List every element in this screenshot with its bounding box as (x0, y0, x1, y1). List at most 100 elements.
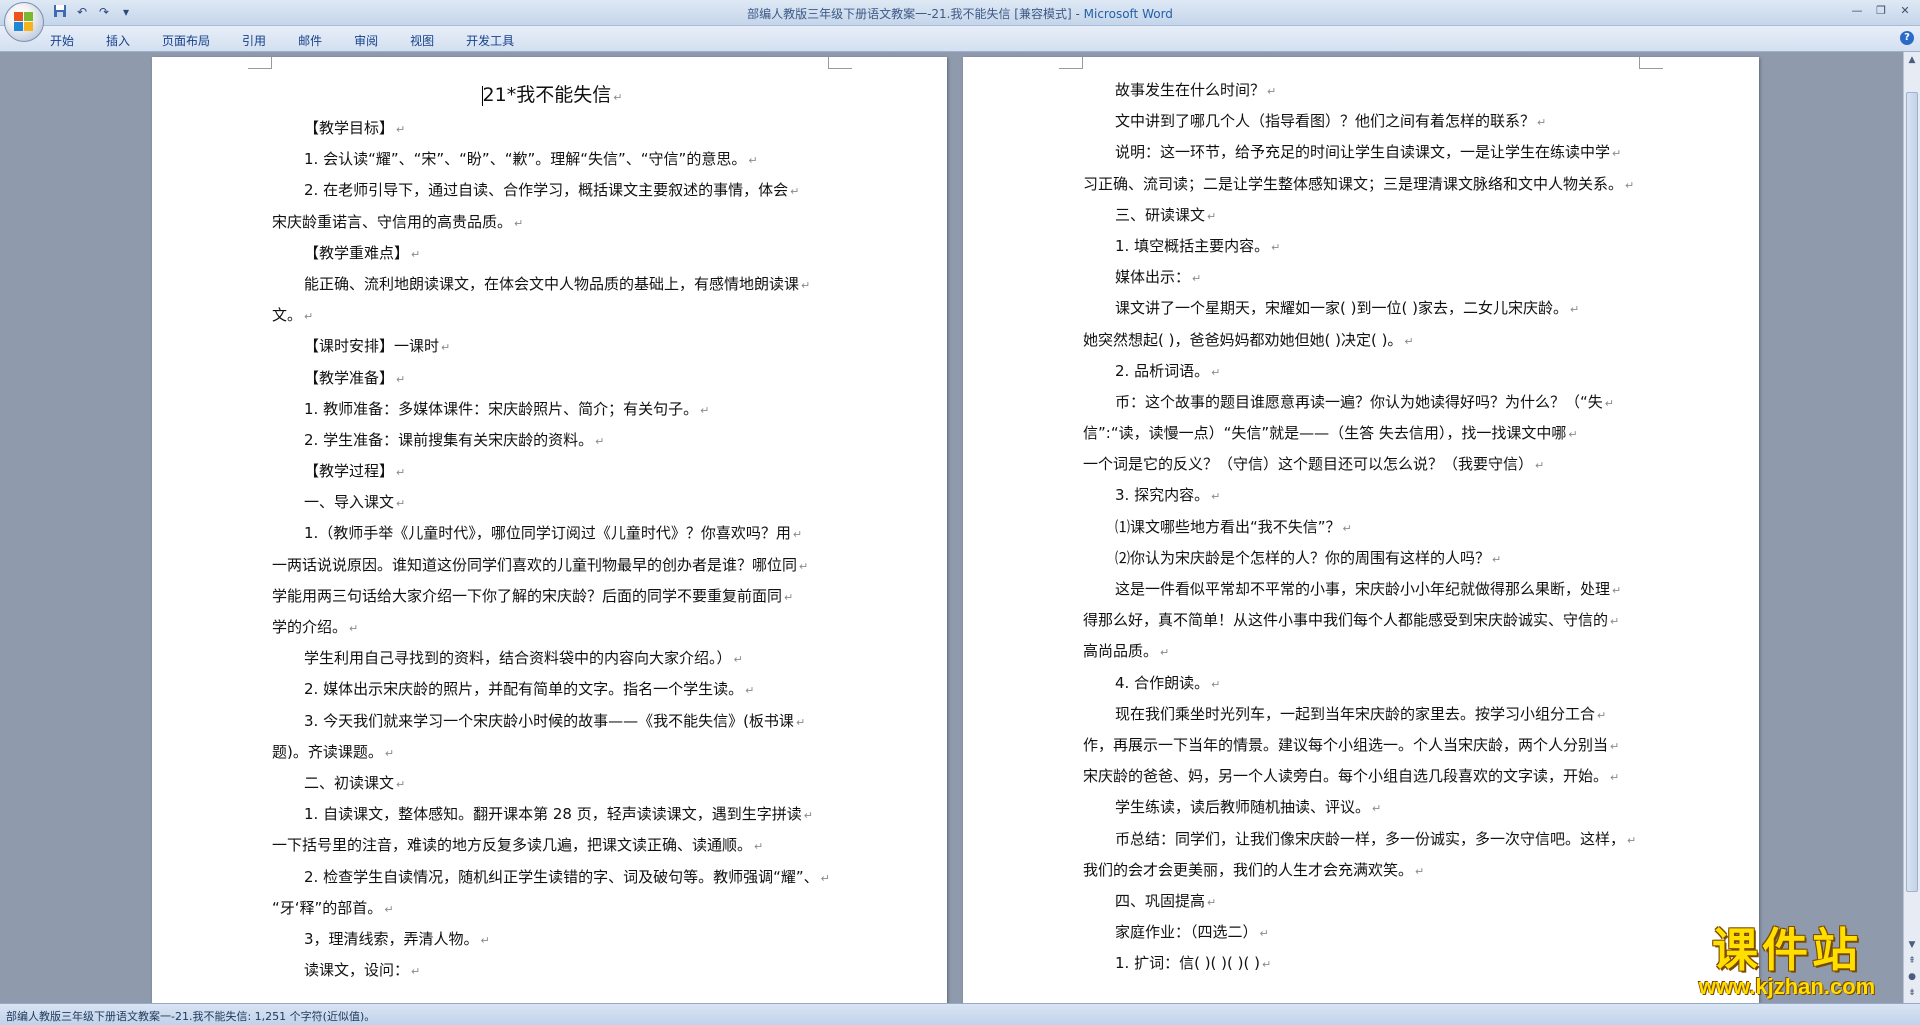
line-text: 1. 教师准备：多媒体课件：宋庆龄照片、简介；有关句子。 (304, 399, 699, 418)
line-text: 媒体出示： (1115, 268, 1191, 287)
page-left-content[interactable]: 21*我不能失信 ↵ 【教学目标】 ↵ 1. 会认读“耀”、“宋”、“盼”、“歉”。理… (272, 77, 832, 986)
line-text: 3，理清线索，弄清人物。 (304, 929, 479, 948)
paragraph-mark-icon: ↵ (1610, 615, 1620, 629)
watermark-title: 课件站 (1712, 923, 1862, 977)
paragraph-line: 她突然想起( )，爸爸妈妈都劝她但她( )决定( )。 ↵ (1083, 325, 1643, 356)
browse-object-icon[interactable]: ● (1904, 969, 1920, 985)
paragraph-line: 4. 合作朗读。 ↵ (1083, 668, 1643, 699)
paragraph-line: 币：这个故事的题目谁愿意再读一遍？你认为她读得好吗？为什么？（“失 ↵ (1083, 387, 1643, 418)
line-text: 2. 在老师引导下，通过自读、合作学习，概括课文主要叙述的事情，体会 (304, 181, 789, 200)
line-text: 币：这个故事的题目谁愿意再读一遍？你认为她读得好吗？为什么？（“失 (1115, 392, 1603, 411)
line-text: 得那么好，真不简单！从这件小事中我们每个人都能感受到宋庆龄诚实、守信的 (1083, 611, 1609, 630)
line-text: 一个词是它的反义？（守信）这个题目还可以怎么说？（我要守信） (1083, 455, 1534, 474)
document-area[interactable]: 21*我不能失信 ↵ 【教学目标】 ↵ 1. 会认读“耀”、“宋”、“盼”、“歉”。理… (0, 52, 1903, 1003)
line-text: 说明：这一环节，给予充足的时间让学生自读课文，一是让学生在练读中学 (1115, 143, 1611, 162)
restore-icon[interactable]: ❐ (1870, 2, 1892, 20)
line-text: 现在我们乘坐时光列车，一起到当年宋庆龄的家里去。按学习小组分工合 (1115, 704, 1596, 723)
tab-home[interactable]: 开始 (50, 30, 74, 51)
line-text: 一下括号里的注音，难读的地方反复多读几遍，把课文读正确、读通顺。 (272, 836, 753, 855)
paragraph-mark-icon: ↵ (733, 653, 743, 667)
tab-review[interactable]: 审阅 (354, 30, 378, 51)
paragraph-line: 四、巩固提高 ↵ (1083, 886, 1643, 917)
paragraph-mark-icon: ↵ (1610, 771, 1620, 785)
paragraph-line: 我们的会才会更美丽，我们的人生才会充满欢笑。 ↵ (1083, 855, 1643, 886)
scroll-up-icon[interactable]: ▲ (1904, 52, 1920, 68)
line-text: 故事发生在什么时间？ (1115, 81, 1266, 99)
line-text: 1.（教师手举《儿童时代》，哪位同学订阅过《儿童时代》？你喜欢吗？用 (304, 524, 791, 543)
scroll-down-icon[interactable]: ▼ (1904, 937, 1920, 953)
office-button[interactable] (4, 2, 44, 42)
line-text: 家庭作业：（四选二） (1115, 923, 1258, 942)
tab-references[interactable]: 引用 (242, 30, 266, 51)
paragraph-line: 文中讲到了哪几个人（指导看图）？他们之间有着怎样的联系？ ↵ (1083, 106, 1643, 137)
paragraph-line: 课文讲了一个星期天，宋耀如一家( )到一位( )家去，二女儿宋庆龄。 ↵ (1083, 293, 1643, 324)
crop-mark (248, 57, 272, 69)
paragraph-mark-icon: ↵ (1267, 85, 1277, 98)
paragraph-mark-icon: ↵ (1568, 428, 1578, 442)
tab-view[interactable]: 视图 (410, 30, 434, 51)
line-text: 2. 媒体出示宋庆龄的照片，并配有简单的文字。指名一个学生读。 (304, 680, 744, 699)
paragraph-line: 学能用两三句话给大家介绍一下你了解的宋庆龄？后面的同学不要重复前面同 ↵ (272, 581, 832, 612)
line-text: 1. 扩词：信( )( )( )( ) (1115, 954, 1260, 973)
paragraph-line: 2. 媒体出示宋庆龄的照片，并配有简单的文字。指名一个学生读。 ↵ (272, 674, 832, 705)
paragraph-line: 媒体出示： ↵ (1083, 262, 1643, 293)
tab-page-layout[interactable]: 页面布局 (162, 30, 210, 51)
status-bar: 部编人教版三年级下册语文教案一-21.我不能失信: 1,251 个字符(近似值)… (0, 1003, 1920, 1025)
paragraph-mark-icon: ↵ (1492, 552, 1502, 566)
line-text: 我们的会才会更美丽，我们的人生才会充满欢笑。 (1083, 860, 1414, 879)
paragraph-line: 【课时安排】一课时 ↵ (272, 331, 832, 362)
line-text: 一两话说说原因。谁知道这份同学们喜欢的儿童刊物最早的创办者是谁？哪位同 (272, 555, 798, 574)
paragraph-line: 2. 在老师引导下，通过自读、合作学习，概括课文主要叙述的事情，体会 ↵ (272, 175, 832, 206)
window-controls: — ❐ ✕ (1846, 2, 1916, 20)
paragraph-mark-icon: ↵ (1261, 958, 1272, 972)
line-text: 【教学过程】 (304, 462, 395, 481)
line-text: 2. 检查学生自读情况，随机纠正学生读错的字、词及破句等。教师强调“耀”、 (304, 867, 819, 886)
paragraph-mark-icon: ↵ (1404, 334, 1414, 348)
scroll-thumb[interactable] (1906, 92, 1918, 892)
tab-insert[interactable]: 插入 (106, 30, 130, 51)
paragraph-line: 家庭作业：（四选二） ↵ (1083, 917, 1643, 948)
paragraph-mark-icon: ↵ (820, 871, 830, 885)
close-icon[interactable]: ✕ (1894, 2, 1916, 20)
line-text: “牙‘释”的部首。 (272, 898, 383, 917)
paragraph-line: 学生练读，读后教师随机抽读、评议。 ↵ (1083, 792, 1643, 823)
line-text: 币总结：同学们，让我们像宋庆龄一样，多一份诚实，多一次守信吧。这样， (1115, 829, 1626, 848)
paragraph-mark-icon: ↵ (790, 185, 800, 199)
paragraph-line: 现在我们乘坐时光列车，一起到当年宋庆龄的家里去。按学习小组分工合 ↵ (1083, 699, 1643, 730)
line-text: 四、巩固提高 (1115, 891, 1206, 910)
paragraph-line: 能正确、流利地朗读课文，在体会文中人物品质的基础上，有感情地朗读课 ↵ (272, 269, 832, 300)
paragraph-mark-icon: ↵ (1415, 864, 1425, 878)
paragraph-line: 币总结：同学们，让我们像宋庆龄一样，多一份诚实，多一次守信吧。这样， ↵ (1083, 824, 1643, 855)
paragraph-line: 3. 今天我们就来学习一个宋庆龄小时候的故事——《我不能失信》(板书课 ↵ (272, 706, 832, 737)
paragraph-line: ⑴课文哪些地方看出“我不失信”？ ↵ (1083, 512, 1643, 543)
paragraph-line: 1. 教师准备：多媒体课件：宋庆龄照片、简介；有关句子。 ↵ (272, 394, 832, 425)
next-page-icon[interactable]: ⇟ (1904, 985, 1920, 1001)
paragraph-mark-icon: ↵ (1207, 209, 1217, 223)
line-text: 学生练读，读后教师随机抽读、评议。 (1115, 798, 1371, 817)
paragraph-mark-icon: ↵ (1597, 708, 1607, 722)
paragraph-mark-icon: ↵ (396, 497, 406, 511)
paragraph-mark-icon: ↵ (595, 434, 605, 448)
tab-mailings[interactable]: 邮件 (298, 30, 322, 51)
line-text: ⑴课文哪些地方看出“我不失信”？ (1115, 517, 1341, 536)
paragraph-line: 一、导入课文 ↵ (272, 487, 832, 518)
paragraph-line: 文。 ↵ (272, 300, 832, 331)
line-text: 学能用两三句话给大家介绍一下你了解的宋庆龄？后面的同学不要重复前面同 (272, 586, 783, 605)
page-right[interactable]: 故事发生在什么时间？ ↵ 文中讲到了哪几个人（指导看图）？他们之间有着怎样的联系？ ↵… (963, 57, 1759, 1003)
paragraph-mark-icon: ↵ (745, 684, 755, 698)
paragraph-line: 高尚品质。 ↵ (1083, 636, 1643, 667)
help-icon[interactable]: ? (1900, 31, 1914, 45)
tab-developer[interactable]: 开发工具 (466, 30, 514, 51)
vertical-scrollbar[interactable]: ▲ ▼ ⇞ ● ⇟ (1903, 52, 1920, 1003)
page-right-content[interactable]: 故事发生在什么时间？ ↵ 文中讲到了哪几个人（指导看图）？他们之间有着怎样的联系？ ↵… (1083, 75, 1643, 979)
paragraph-mark-icon: ↵ (795, 715, 806, 729)
paragraph-mark-icon: ↵ (1537, 116, 1547, 130)
line-text: 二、初读课文 (304, 773, 395, 792)
previous-page-icon[interactable]: ⇞ (1904, 953, 1920, 969)
line-text: 【教学重难点】 (304, 243, 410, 262)
line-text: 文。 (272, 306, 303, 325)
paragraph-line: 学的介绍。 ↵ (272, 612, 832, 643)
line-text: 课文讲了一个星期天，宋耀如一家( )到一位( )家去，二女儿宋庆龄。 (1115, 299, 1568, 318)
minimize-icon[interactable]: — (1846, 2, 1868, 20)
page-left[interactable]: 21*我不能失信 ↵ 【教学目标】 ↵ 1. 会认读“耀”、“宋”、“盼”、“歉”。理… (152, 57, 947, 1003)
